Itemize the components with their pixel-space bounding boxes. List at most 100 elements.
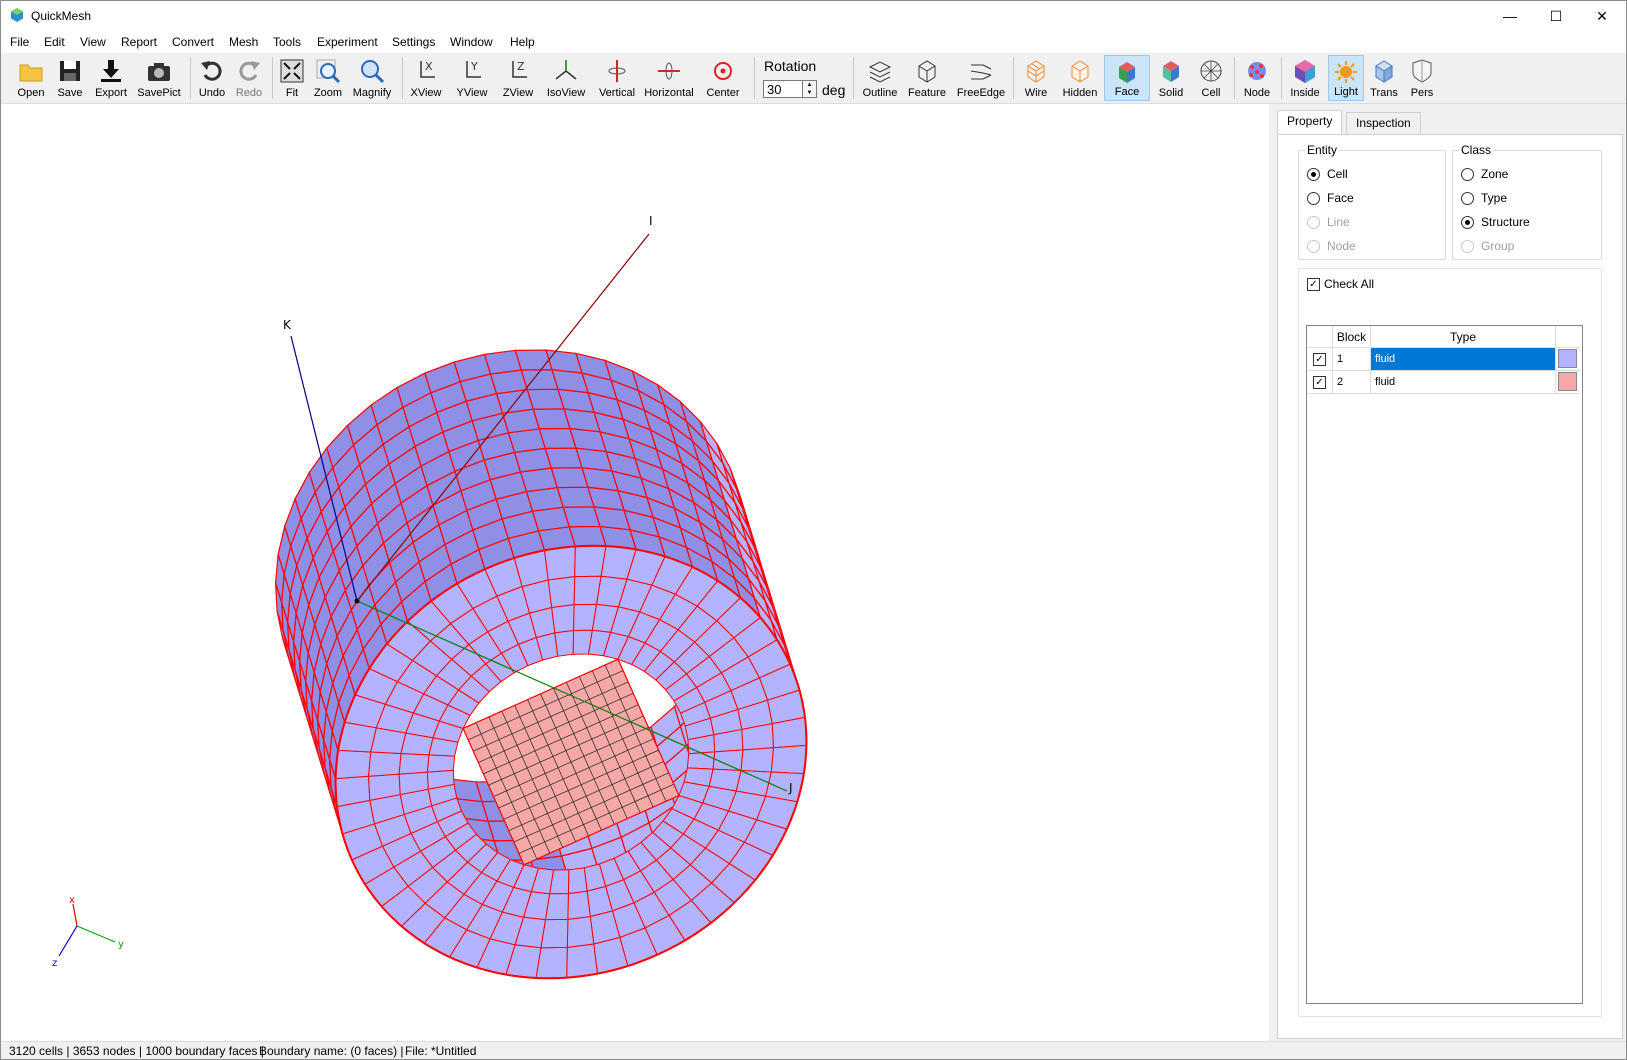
solid-button[interactable]: Solid: [1152, 55, 1190, 101]
zview-button[interactable]: Z ZView: [497, 55, 539, 101]
rotation-spinner[interactable]: ▲ ▼: [803, 80, 817, 98]
table-cell-color[interactable]: [1556, 348, 1580, 371]
radio-dot[interactable]: [1461, 216, 1474, 229]
node-icon: [1248, 62, 1266, 80]
color-swatch[interactable]: [1558, 349, 1577, 368]
redo-button[interactable]: Redo: [231, 55, 267, 101]
spin-up-icon[interactable]: ▲: [807, 82, 813, 88]
mesh-canvas[interactable]: I J Kx y z: [1, 104, 1269, 1041]
table-cell-type[interactable]: fluid: [1371, 348, 1556, 371]
radio-dot[interactable]: [1461, 168, 1474, 181]
block-table: Block Type ✓ 1 fluid ✓ 2 fluid: [1306, 325, 1583, 1004]
node-button[interactable]: Node: [1237, 55, 1277, 101]
maximize-button[interactable]: ☐: [1533, 1, 1579, 31]
radio-dot[interactable]: [1307, 192, 1320, 205]
check-all-label[interactable]: Check All: [1324, 277, 1374, 291]
toolbar-separator: [853, 57, 854, 99]
isoview-button[interactable]: IsoView: [541, 55, 591, 101]
savepict-button[interactable]: SavePict: [134, 55, 184, 101]
inside-icon: [1295, 60, 1315, 83]
free-edge-icon: [970, 64, 992, 80]
face-button[interactable]: Face: [1104, 55, 1150, 101]
app-window: QuickMesh — ☐ ✕ File Edit View Report Co…: [0, 0, 1627, 1060]
outline-icon: [868, 61, 892, 83]
fit-button[interactable]: Fit: [276, 55, 308, 101]
solid-icon: [1163, 61, 1179, 82]
feature-icon: [918, 60, 936, 83]
minimize-button[interactable]: —: [1487, 1, 1533, 31]
table-header-block[interactable]: Block: [1333, 326, 1371, 348]
freeedge-button[interactable]: FreeEdge: [954, 55, 1008, 101]
color-swatch[interactable]: [1558, 372, 1577, 391]
svg-text:Z: Z: [517, 60, 525, 73]
fit-icon: [280, 59, 304, 83]
check-all-checkbox[interactable]: ✓: [1307, 278, 1320, 291]
menu-edit[interactable]: Edit: [44, 35, 65, 49]
table-cell-color[interactable]: [1556, 371, 1580, 394]
xview-button[interactable]: X XView: [405, 55, 447, 101]
class-group: Class Zone Type Structure Group: [1452, 143, 1602, 260]
table-header-check: [1307, 326, 1333, 348]
transparent-icon: [1375, 60, 1393, 83]
table-row[interactable]: ✓: [1307, 371, 1333, 394]
menu-window[interactable]: Window: [450, 35, 493, 49]
export-button[interactable]: Export: [89, 55, 133, 101]
tab-property[interactable]: Property: [1277, 110, 1343, 135]
table-row[interactable]: ✓: [1307, 348, 1333, 371]
z-axis-view-icon: Z: [512, 60, 527, 78]
menu-report[interactable]: Report: [121, 35, 157, 49]
save-button[interactable]: Save: [51, 55, 89, 101]
radio-dot[interactable]: [1461, 192, 1474, 205]
wire-button[interactable]: Wire: [1016, 55, 1056, 101]
trans-button[interactable]: Trans: [1365, 55, 1403, 101]
menu-settings[interactable]: Settings: [392, 35, 435, 49]
magnify-button[interactable]: Magnify: [348, 55, 396, 101]
close-button[interactable]: ✕: [1579, 1, 1625, 31]
horizontal-button[interactable]: Horizontal: [641, 55, 697, 101]
table-header-color: [1556, 326, 1580, 348]
status-boundary: Boundary name: (0 faces) |: [259, 1044, 404, 1058]
inside-button[interactable]: Inside: [1284, 55, 1326, 101]
light-button[interactable]: Light: [1328, 55, 1364, 101]
folder-icon: [19, 64, 43, 82]
feature-button[interactable]: Feature: [904, 55, 950, 101]
wireframe-icon: [1027, 60, 1045, 83]
radio-label: Group: [1481, 239, 1515, 253]
vertical-rotate-icon: [608, 60, 626, 82]
outline-button[interactable]: Outline: [857, 55, 903, 101]
menu-tools[interactable]: Tools: [273, 35, 301, 49]
table-cell-block[interactable]: 1: [1333, 348, 1371, 371]
table-cell-block[interactable]: 2: [1333, 371, 1371, 394]
undo-button[interactable]: Undo: [194, 55, 230, 101]
center-button[interactable]: Center: [700, 55, 746, 101]
menu-mesh[interactable]: Mesh: [229, 35, 258, 49]
menu-view[interactable]: View: [80, 35, 106, 49]
mesh-viewport[interactable]: I J Kx y z: [1, 104, 1269, 1041]
cell-button[interactable]: Cell: [1192, 55, 1230, 101]
tab-inspection[interactable]: Inspection: [1346, 112, 1421, 134]
hidden-button[interactable]: Hidden: [1058, 55, 1102, 101]
radio-label: Structure: [1481, 215, 1530, 229]
radio-dot[interactable]: [1307, 168, 1320, 181]
rotation-input[interactable]: [763, 80, 803, 98]
open-button[interactable]: Open: [11, 55, 51, 101]
zoom-button[interactable]: Zoom: [309, 55, 347, 101]
entity-group-title: Entity: [1305, 143, 1340, 157]
menu-convert[interactable]: Convert: [172, 35, 214, 49]
menu-experiment[interactable]: Experiment: [317, 35, 378, 49]
yview-button[interactable]: Y YView: [451, 55, 493, 101]
table-header-type[interactable]: Type: [1371, 326, 1556, 348]
menu-file[interactable]: File: [10, 35, 29, 49]
spin-down-icon[interactable]: ▼: [807, 90, 813, 96]
end-face-cell: [335, 749, 372, 780]
menu-help[interactable]: Help: [510, 35, 535, 49]
pers-button[interactable]: Pers: [1404, 55, 1440, 101]
table-cell-type[interactable]: fluid: [1371, 371, 1556, 394]
radio-label: Type: [1481, 191, 1508, 205]
entity-group: Entity Cell Face Line Node: [1298, 143, 1446, 260]
row-checkbox[interactable]: ✓: [1313, 376, 1326, 389]
vertical-button[interactable]: Vertical: [594, 55, 640, 101]
row-checkbox[interactable]: ✓: [1313, 353, 1326, 366]
end-face-cell: [367, 751, 402, 777]
x-axis-view-icon: X: [420, 60, 435, 78]
